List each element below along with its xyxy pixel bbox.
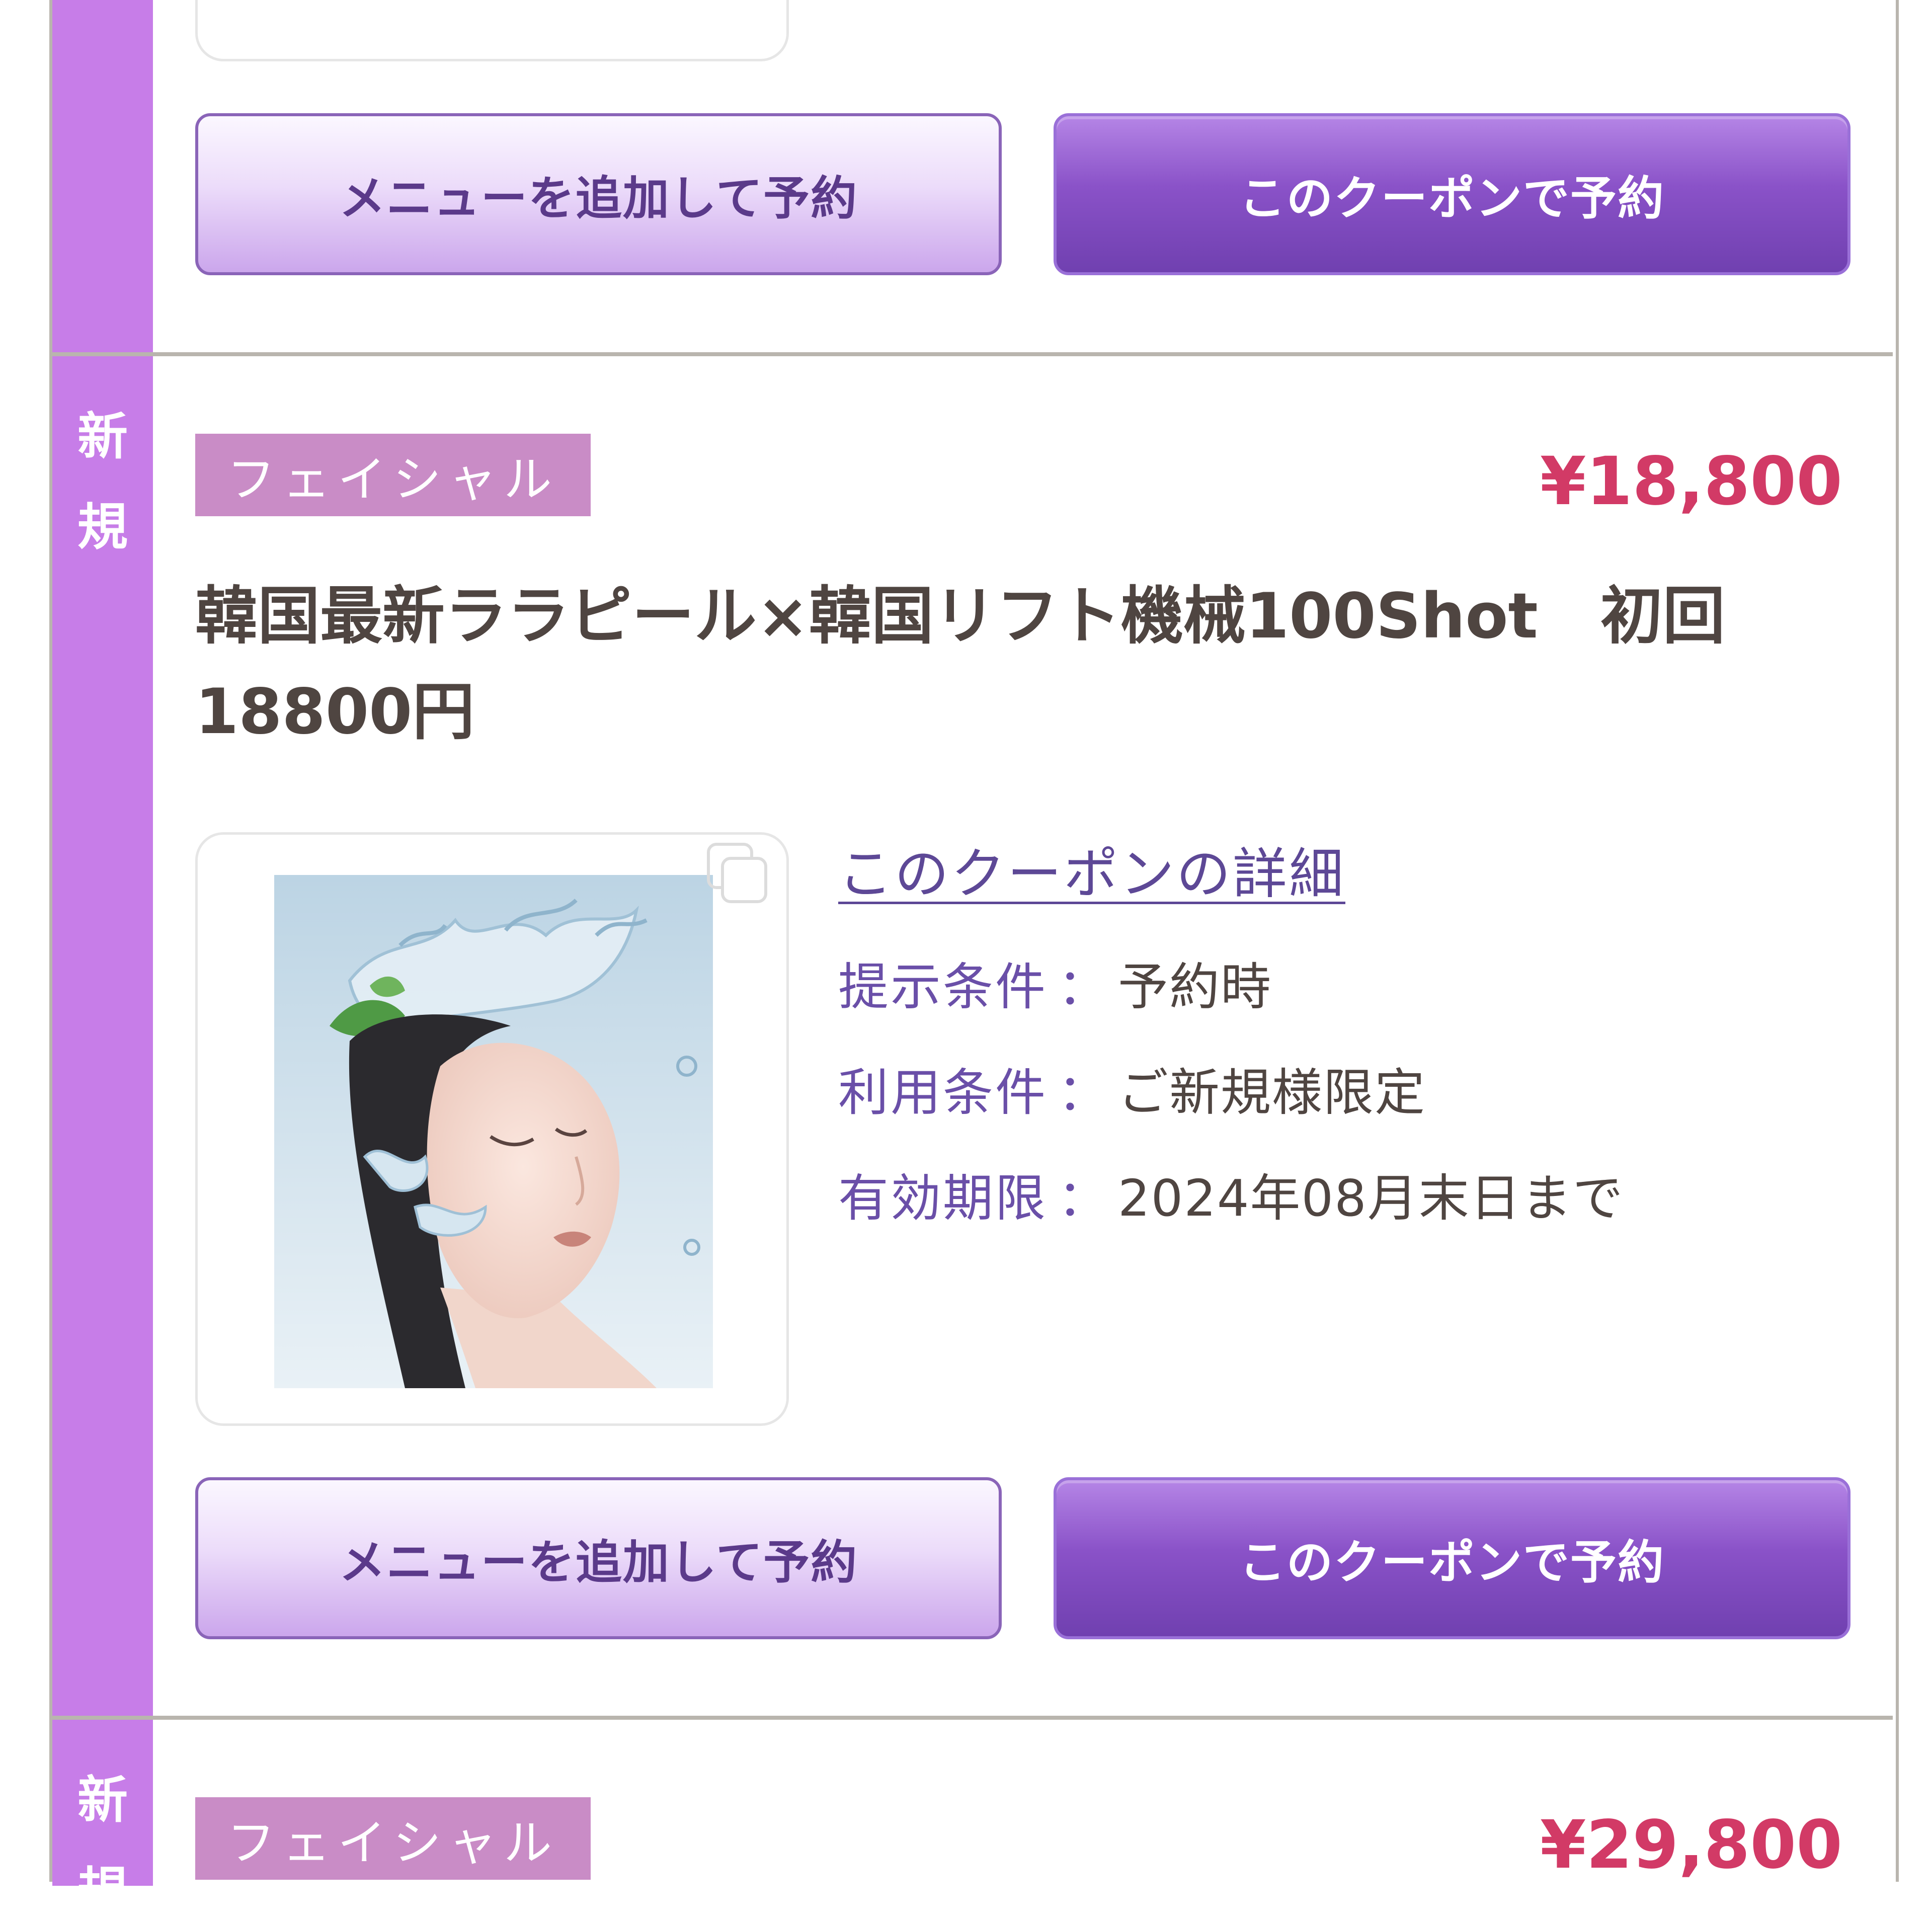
coupon-detail-link[interactable]: このクーポンの詳細 [838,830,1345,909]
condition-separator: ： [1058,1169,1108,1228]
next-coupon-price: ¥29,800 [1540,1806,1842,1884]
category-tag: フェイシャル [195,434,591,516]
new-customer-label-2: 規 [77,498,128,556]
reserve-coupon-button[interactable]: このクーポンで予約 [1054,1477,1850,1639]
image-gallery-icon[interactable] [704,840,770,906]
coupon-image-frame[interactable] [195,832,789,1426]
condition-label: 提示条件 [838,957,1048,1016]
next-new-customer-label-1: 新 [77,1771,128,1829]
condition-row-usage: 利用条件 ： ご新規様限定 [838,1052,1426,1125]
condition-value: ご新規様限定 [1118,1063,1426,1122]
coupon-divider [49,352,1893,356]
condition-separator: ： [1058,957,1108,1016]
add-menu-button[interactable]: メニューを追加して予約 [195,1477,1002,1639]
coupon-divider [49,1716,1893,1720]
next-new-customer-label-2: 規 [77,1861,128,1920]
condition-separator: ： [1058,1063,1108,1122]
condition-row-presentation: 提示条件 ： 予約時 [838,946,1272,1019]
condition-label: 利用条件 [838,1063,1048,1122]
coupon-price: ¥18,800 [1540,443,1842,520]
previous-reserve-coupon-button[interactable]: このクーポンで予約 [1054,113,1850,275]
facial-treatment-photo [274,875,713,1388]
condition-value: 2024年08月末日まで [1118,1169,1624,1228]
condition-value: 予約時 [1118,957,1272,1016]
coupon-side-bar: 新 規 [52,356,153,1716]
coupon-title: 韓国最新ララピール×韓国リフト機械100Shot 初回18800円 [195,580,1725,748]
previous-coupon-image-frame [195,0,789,61]
next-coupon-side-bar: 新 規 [52,1720,153,1916]
previous-add-menu-button[interactable]: メニューを追加して予約 [195,113,1002,275]
previous-coupon-side-bar [52,0,153,352]
new-customer-label-1: 新 [77,407,128,466]
next-category-tag: フェイシャル [195,1797,591,1880]
condition-row-expiry: 有効期限 ： 2024年08月末日まで [838,1157,1624,1230]
condition-label: 有効期限 [838,1169,1048,1228]
